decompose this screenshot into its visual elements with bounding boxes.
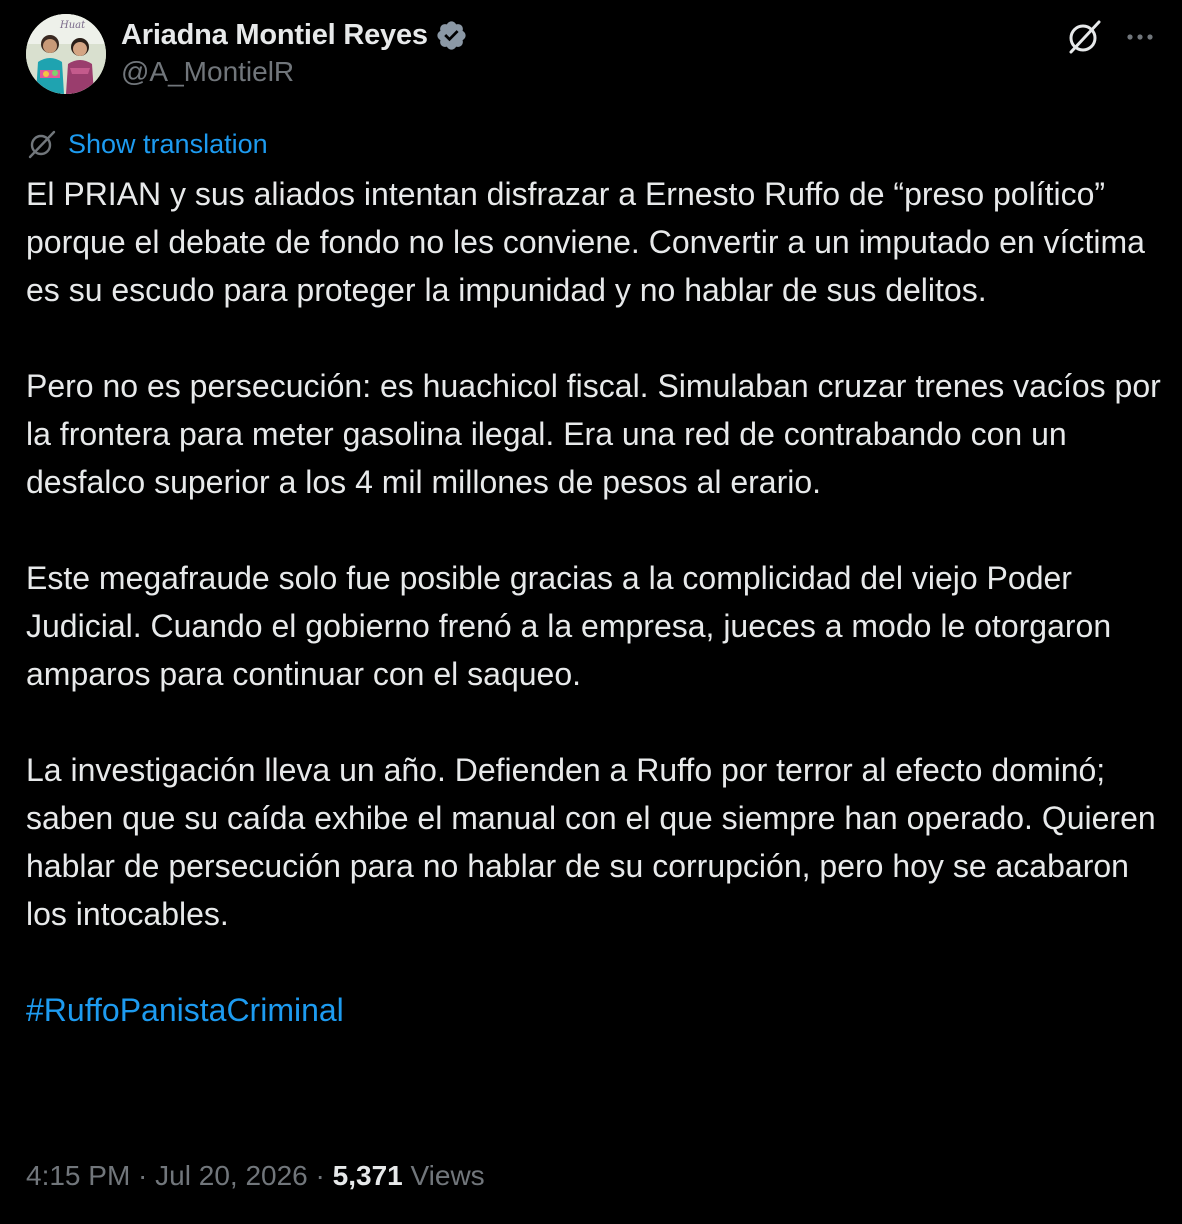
meta-separator: · bbox=[130, 1160, 156, 1191]
author-display-name[interactable]: Ariadna Montiel Reyes bbox=[121, 19, 428, 52]
grok-button[interactable] bbox=[1064, 17, 1104, 57]
tweet-date[interactable]: Jul 20, 2026 bbox=[155, 1160, 308, 1191]
avatar-caption: Huat bbox=[59, 20, 86, 31]
show-translation-label[interactable]: Show translation bbox=[68, 129, 268, 160]
tweet-paragraph: Este megafraude solo fue posible gracias… bbox=[26, 560, 1112, 692]
show-translation-link[interactable]: Show translation bbox=[26, 128, 268, 160]
author-name-row[interactable]: Ariadna Montiel Reyes bbox=[121, 14, 468, 56]
views-label: Views bbox=[402, 1160, 485, 1191]
verified-badge-icon bbox=[437, 20, 466, 50]
translate-icon bbox=[28, 130, 56, 159]
avatar[interactable]: Huat bbox=[26, 14, 106, 94]
hashtag-link[interactable]: #RuffoPanistaCriminal bbox=[26, 992, 344, 1028]
views-count: 5,371 bbox=[332, 1160, 403, 1191]
tweet-meta: 4:15 PM · Jul 20, 2026 · 5,371 Views bbox=[26, 1160, 485, 1192]
author-handle[interactable]: @A_MontielR bbox=[121, 56, 294, 88]
tweet-time[interactable]: 4:15 PM bbox=[26, 1160, 130, 1191]
tweet-paragraph: La investigación lleva un año. Defienden… bbox=[26, 752, 1156, 932]
avatar-image: Huat bbox=[26, 14, 106, 94]
tweet-paragraph: El PRIAN y sus aliados intentan disfraza… bbox=[26, 176, 1145, 308]
tweet-text: El PRIAN y sus aliados intentan disfraza… bbox=[26, 170, 1161, 1082]
tweet-paragraph: Pero no es persecución: es huachicol fis… bbox=[26, 368, 1161, 500]
more-dots-icon bbox=[1127, 34, 1153, 40]
grok-icon bbox=[1069, 20, 1101, 54]
meta-separator: · bbox=[307, 1160, 333, 1191]
more-options-button[interactable] bbox=[1120, 17, 1160, 57]
